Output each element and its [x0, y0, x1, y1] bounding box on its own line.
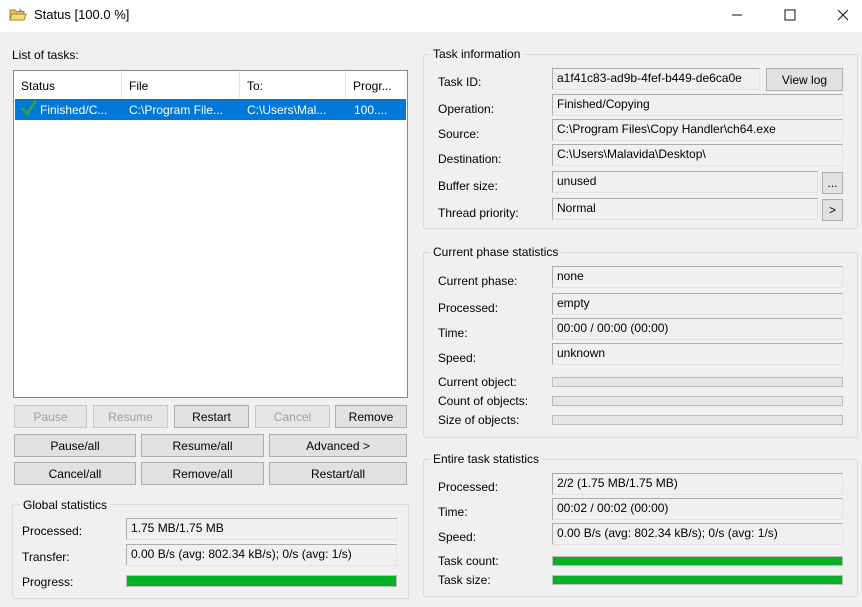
minimize-button[interactable]	[714, 0, 760, 30]
size-of-objects-label: Size of objects:	[438, 413, 520, 427]
remove-button[interactable]: Remove	[335, 405, 407, 428]
entire-speed-field[interactable]: 0.00 B/s (avg: 802.34 kB/s); 0/s (avg: 1…	[552, 523, 843, 545]
cancel-all-button[interactable]: Cancel/all	[14, 462, 136, 485]
global-progress-label: Progress:	[22, 575, 74, 589]
task-list[interactable]: Status File To: Progr... Finished/C... C…	[13, 70, 408, 398]
thread-priority-field[interactable]: Normal	[552, 198, 818, 220]
entire-processed-label: Processed:	[438, 480, 499, 494]
task-size-bar	[552, 575, 843, 585]
row-progress: 100....	[354, 103, 388, 117]
title-bar[interactable]: Status [100.0 %]	[0, 0, 862, 32]
column-header-status[interactable]: Status	[14, 71, 122, 98]
count-of-objects-bar	[552, 396, 843, 406]
task-count-bar	[552, 556, 843, 566]
entire-speed-label: Speed:	[438, 530, 477, 544]
size-of-objects-bar	[552, 415, 843, 425]
global-progress-bar	[126, 575, 397, 587]
current-object-bar	[552, 377, 843, 387]
phase-processed-label: Processed:	[438, 301, 499, 315]
task-count-fill	[553, 557, 842, 565]
count-of-objects-label: Count of objects:	[438, 394, 529, 408]
global-transfer-label: Transfer:	[22, 550, 70, 564]
operation-field[interactable]: Finished/Copying	[552, 94, 843, 116]
current-phase-label: Current phase:	[438, 274, 518, 288]
task-information-title: Task information	[430, 47, 524, 61]
row-file: C:\Program File...	[129, 103, 224, 117]
buffer-size-field[interactable]: unused	[552, 171, 818, 193]
global-transfer-value: 0.00 B/s (avg: 802.34 kB/s); 0/s (avg: 1…	[126, 544, 397, 566]
current-phase-field[interactable]: none	[552, 266, 843, 288]
entire-processed-field[interactable]: 2/2 (1.75 MB/1.75 MB)	[552, 473, 843, 495]
maximize-button[interactable]	[767, 0, 813, 30]
row-status: Finished/C...	[40, 103, 108, 117]
destination-label: Destination:	[438, 152, 502, 166]
buffer-size-button[interactable]: ...	[822, 172, 843, 194]
minimize-icon	[732, 14, 742, 16]
phase-speed-label: Speed:	[438, 351, 477, 365]
phase-time-field[interactable]: 00:00 / 00:00 (00:00)	[552, 318, 843, 340]
global-statistics-title: Global statistics	[20, 498, 111, 512]
table-row[interactable]: Finished/C... C:\Program File... C:\User…	[15, 99, 406, 120]
cancel-button[interactable]: Cancel	[255, 405, 330, 428]
column-header-to[interactable]: To:	[240, 71, 346, 98]
view-log-button[interactable]: View log	[766, 68, 843, 91]
entire-time-field[interactable]: 00:02 / 00:02 (00:00)	[552, 498, 843, 520]
source-label: Source:	[438, 127, 480, 141]
global-processed-label: Processed:	[22, 524, 83, 538]
maximize-icon	[784, 9, 796, 21]
tasks-heading: List of tasks:	[12, 48, 79, 62]
checkmark-icon	[21, 101, 37, 116]
column-header-file[interactable]: File	[122, 71, 240, 98]
task-count-label: Task count:	[438, 554, 499, 568]
phase-speed-field[interactable]: unknown	[552, 343, 843, 365]
remove-all-button[interactable]: Remove/all	[141, 462, 264, 485]
phase-processed-field[interactable]: empty	[552, 293, 843, 315]
advanced-button[interactable]: Advanced >	[269, 434, 407, 457]
window-title: Status [100.0 %]	[34, 7, 130, 22]
column-header-progress[interactable]: Progr...	[346, 71, 407, 98]
resume-all-button[interactable]: Resume/all	[141, 434, 264, 457]
close-button[interactable]	[820, 0, 862, 30]
resume-button[interactable]: Resume	[93, 405, 168, 428]
buffer-size-label: Buffer size:	[438, 179, 498, 193]
pause-button[interactable]: Pause	[14, 405, 87, 428]
operation-label: Operation:	[438, 102, 495, 116]
folder-icon	[9, 8, 27, 21]
entire-time-label: Time:	[438, 505, 468, 519]
source-field[interactable]: C:\Program Files\Copy Handler\ch64.exe	[552, 119, 843, 141]
task-id-label: Task ID:	[438, 75, 482, 89]
task-id-field[interactable]: a1f41c83-ad9b-4fef-b449-de6ca0e	[552, 68, 760, 90]
phase-statistics-title: Current phase statistics	[430, 245, 562, 259]
close-icon	[837, 9, 849, 21]
global-progress-fill	[127, 576, 396, 586]
current-object-label: Current object:	[438, 375, 517, 389]
destination-field[interactable]: C:\Users\Malavida\Desktop\	[552, 144, 843, 166]
thread-priority-label: Thread priority:	[438, 206, 519, 220]
phase-time-label: Time:	[438, 326, 468, 340]
thread-priority-button[interactable]: >	[822, 199, 843, 221]
row-destination: C:\Users\Mal...	[247, 103, 327, 117]
entire-statistics-title: Entire task statistics	[430, 452, 543, 466]
pause-all-button[interactable]: Pause/all	[14, 434, 136, 457]
restart-all-button[interactable]: Restart/all	[269, 462, 407, 485]
task-size-label: Task size:	[438, 573, 491, 587]
task-size-fill	[553, 576, 842, 584]
restart-button[interactable]: Restart	[174, 405, 249, 428]
global-processed-value: 1.75 MB/1.75 MB	[126, 518, 397, 540]
